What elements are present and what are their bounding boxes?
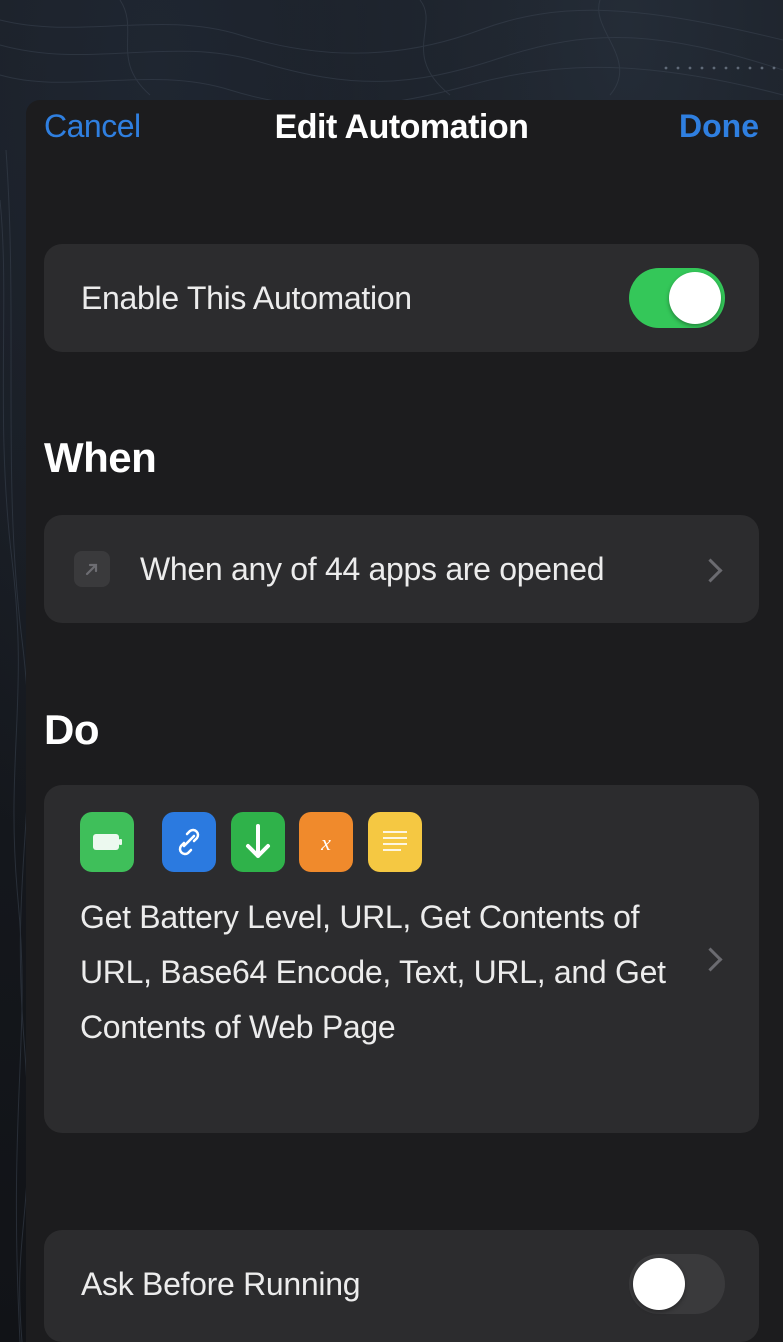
when-trigger-label: When any of 44 apps are opened xyxy=(140,551,605,587)
chevron-right-icon xyxy=(698,947,723,972)
when-trigger-row[interactable]: When any of 44 apps are opened xyxy=(44,515,759,623)
when-section-header: When xyxy=(44,434,157,481)
ask-before-running-toggle[interactable] xyxy=(629,1254,725,1314)
toggle-knob xyxy=(633,1258,685,1310)
ask-before-running-label: Ask Before Running xyxy=(81,1266,361,1302)
link-icon xyxy=(162,812,216,872)
enable-automation-label: Enable This Automation xyxy=(81,280,412,316)
open-app-icon xyxy=(74,551,110,587)
text-lines-icon xyxy=(368,812,422,872)
download-arrow-icon xyxy=(231,812,285,872)
enable-automation-toggle[interactable] xyxy=(629,268,725,328)
done-button[interactable]: Done xyxy=(679,108,759,145)
cancel-button[interactable]: Cancel xyxy=(44,108,141,145)
toggle-knob xyxy=(669,272,721,324)
chevron-right-icon xyxy=(698,558,723,583)
do-section-header: Do xyxy=(44,706,100,753)
ask-before-running-row: Ask Before Running xyxy=(44,1230,759,1342)
svg-text:x: x xyxy=(320,830,331,855)
do-actions-summary: Get Battery Level, URL, Get Contents of … xyxy=(80,899,666,1045)
variable-x-icon: x xyxy=(299,812,353,872)
enable-automation-row: Enable This Automation xyxy=(44,244,759,352)
battery-icon xyxy=(80,812,134,872)
